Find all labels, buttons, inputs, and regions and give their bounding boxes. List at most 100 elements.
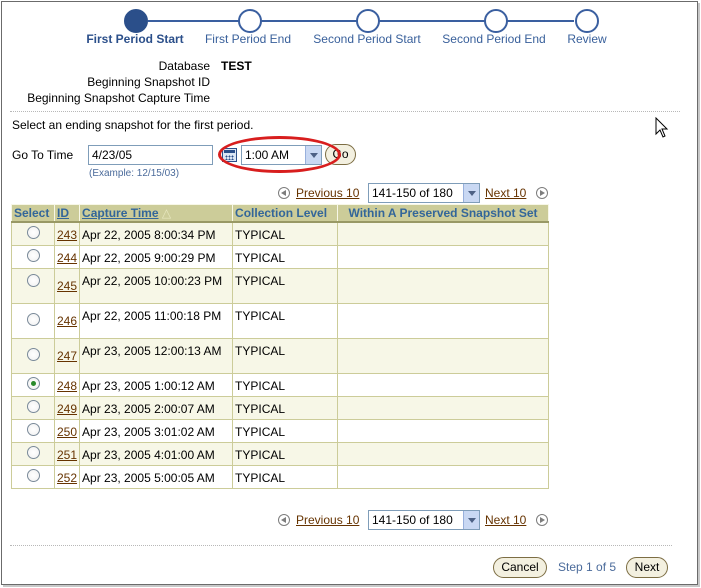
preserved-cell (337, 441, 549, 466)
column-header-capture-time-label[interactable]: Capture Time (82, 206, 158, 220)
previous-10-link[interactable]: Previous 10 (296, 186, 359, 200)
previous-icon[interactable] (278, 187, 290, 199)
snapshot-id-link[interactable]: 245 (57, 279, 77, 293)
id-cell: 245 (53, 267, 81, 304)
snapshot-id-link[interactable]: 249 (57, 402, 77, 416)
step-train: First Period Start First Period End Seco… (0, 0, 700, 50)
preserved-cell (337, 221, 549, 246)
next-10-link[interactable]: Next 10 (485, 513, 526, 527)
train-stop-review[interactable] (575, 9, 599, 33)
select-cell (11, 267, 55, 304)
snapshot-id-link[interactable]: 252 (57, 471, 77, 485)
previous-icon[interactable] (278, 514, 290, 526)
row-radio-244[interactable] (26, 248, 40, 262)
table-row: 249 Apr 23, 2005 2:00:07 AM TYPICAL (11, 395, 549, 420)
collection-level-cell: TYPICAL (232, 244, 339, 269)
snapshot-table: Select ID Capture Time △ Collection Leve… (11, 204, 549, 489)
row-radio-251[interactable] (26, 445, 40, 459)
next-10-link[interactable]: Next 10 (485, 186, 526, 200)
snapshot-id-link[interactable]: 246 (57, 314, 77, 328)
capture-time-cell: Apr 22, 2005 8:00:34 PM (79, 221, 234, 246)
row-radio-248[interactable] (26, 376, 40, 390)
select-cell (11, 395, 55, 420)
row-radio-247[interactable] (26, 347, 40, 361)
snapshot-id-link[interactable]: 251 (57, 448, 77, 462)
begin-capture-time-label: Beginning Snapshot Capture Time (27, 91, 210, 105)
column-header-id-label[interactable]: ID (57, 206, 69, 220)
table-row: 248 Apr 23, 2005 1:00:12 AM TYPICAL (11, 372, 549, 397)
train-label-first-period-end[interactable]: First Period End (205, 32, 291, 46)
id-cell: 252 (53, 464, 81, 489)
capture-time-cell: Apr 23, 2005 5:00:05 AM (79, 464, 234, 489)
table-row: 251 Apr 23, 2005 4:01:00 AM TYPICAL (11, 441, 549, 466)
preserved-cell (337, 267, 549, 304)
row-radio-249[interactable] (26, 399, 40, 413)
train-stop-first-period-end[interactable] (238, 9, 262, 33)
collection-level-cell: TYPICAL (232, 337, 339, 374)
preserved-cell (337, 395, 549, 420)
table-row: 247 Apr 23, 2005 12:00:13 AM TYPICAL (11, 337, 549, 374)
select-cell (11, 337, 55, 374)
select-cell (11, 441, 55, 466)
train-label-second-period-end[interactable]: Second Period End (442, 32, 545, 46)
chevron-down-icon[interactable] (463, 184, 479, 202)
snapshot-id-link[interactable]: 250 (57, 425, 77, 439)
capture-time-cell: Apr 23, 2005 3:01:02 AM (79, 418, 234, 443)
row-radio-250[interactable] (26, 422, 40, 436)
next-button[interactable]: Next (626, 557, 668, 578)
next-icon[interactable] (536, 514, 548, 526)
column-header-capture-time[interactable]: Capture Time △ (79, 204, 234, 223)
collection-level-cell: TYPICAL (232, 372, 339, 397)
preserved-cell (337, 418, 549, 443)
begin-snapshot-id-label: Beginning Snapshot ID (87, 75, 210, 89)
date-example-hint: (Example: 12/15/03) (89, 168, 180, 179)
cancel-button[interactable]: Cancel (493, 557, 547, 578)
date-input[interactable]: 4/23/05 (88, 145, 213, 165)
id-cell: 250 (53, 418, 81, 443)
snapshot-id-link[interactable]: 243 (57, 228, 77, 242)
table-row: 250 Apr 23, 2005 3:01:02 AM TYPICAL (11, 418, 549, 443)
collection-level-cell: TYPICAL (232, 221, 339, 246)
train-stop-second-period-end[interactable] (484, 9, 508, 33)
column-header-select: Select (11, 204, 55, 223)
collection-level-cell: TYPICAL (232, 267, 339, 304)
preserved-cell (337, 337, 549, 374)
collection-level-cell: TYPICAL (232, 464, 339, 489)
id-cell: 249 (53, 395, 81, 420)
snapshot-id-link[interactable]: 247 (57, 349, 77, 363)
snapshot-id-link[interactable]: 244 (57, 251, 77, 265)
select-cell (11, 221, 55, 246)
database-label: Database (158, 59, 210, 73)
id-cell: 251 (53, 441, 81, 466)
train-label-review[interactable]: Review (567, 32, 606, 46)
instruction-text: Select an ending snapshot for the first … (12, 118, 254, 132)
column-header-id[interactable]: ID (53, 204, 81, 223)
train-stop-first-period-start[interactable] (124, 9, 148, 33)
range-select[interactable]: 141-150 of 180 (368, 510, 480, 530)
row-radio-246[interactable] (26, 312, 40, 326)
table-row: 252 Apr 23, 2005 5:00:05 AM TYPICAL (11, 464, 549, 489)
previous-10-link[interactable]: Previous 10 (296, 513, 359, 527)
range-select[interactable]: 141-150 of 180 (368, 183, 480, 203)
step-indicator-text: Step 1 of 5 (558, 560, 617, 574)
train-label-second-period-start[interactable]: Second Period Start (313, 32, 420, 46)
row-radio-243[interactable] (26, 225, 40, 239)
next-icon[interactable] (536, 187, 548, 199)
train-stop-second-period-start[interactable] (356, 9, 380, 33)
snapshot-id-link[interactable]: 248 (57, 379, 77, 393)
row-radio-245[interactable] (26, 273, 40, 287)
range-select-value: 141-150 of 180 (372, 513, 453, 527)
divider (10, 111, 680, 112)
preserved-cell (337, 464, 549, 489)
goto-time-label: Go To Time (12, 148, 74, 162)
chevron-down-icon[interactable] (463, 511, 479, 529)
preserved-cell (337, 302, 549, 339)
preserved-cell (337, 372, 549, 397)
row-radio-252[interactable] (26, 468, 40, 482)
id-cell: 247 (53, 337, 81, 374)
select-cell (11, 244, 55, 269)
capture-time-cell: Apr 22, 2005 9:00:29 PM (79, 244, 234, 269)
capture-time-cell: Apr 22, 2005 11:00:18 PM (79, 302, 234, 339)
table-header-row: Select ID Capture Time △ Collection Leve… (11, 204, 549, 223)
id-cell: 248 (53, 372, 81, 397)
